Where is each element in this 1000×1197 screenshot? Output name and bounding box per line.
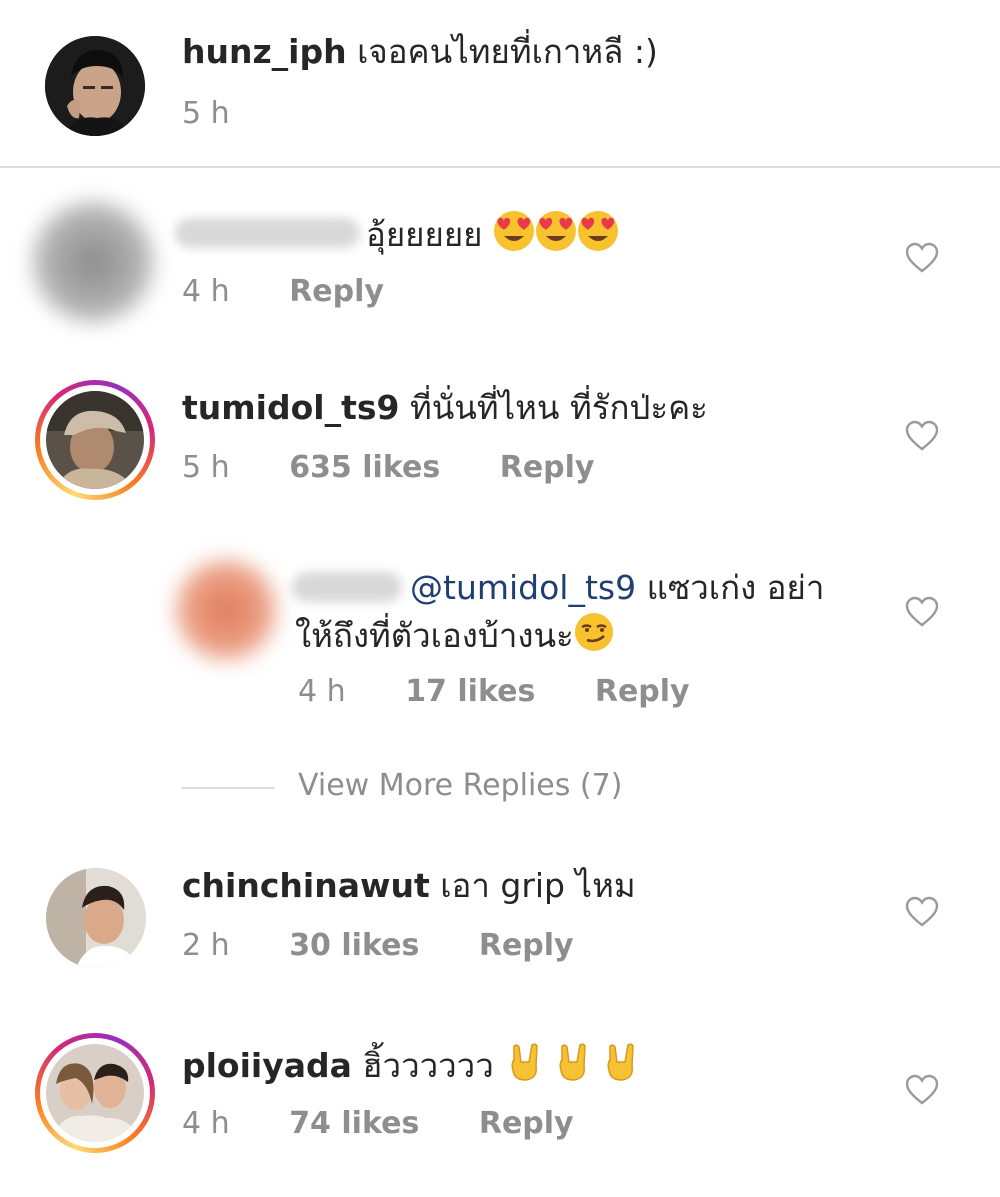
comment-2-reply-button[interactable]: Reply: [500, 450, 595, 485]
comment-4-meta: 4 h 74 likes Reply: [182, 1106, 574, 1141]
reply-1-body-line2: ให้ถึงที่ตัวเองบ้างนะ: [295, 616, 574, 655]
comment-4-body: ฮิ้วววววว: [362, 1046, 494, 1085]
like-heart-icon[interactable]: [905, 896, 939, 928]
view-more-replies-button[interactable]: View More Replies (7): [298, 768, 622, 803]
heart-eyes-emoji-icon: [577, 210, 619, 263]
like-heart-icon[interactable]: [905, 242, 939, 274]
comment-2-username[interactable]: tumidol_ts9: [182, 388, 399, 427]
reply-1-likes[interactable]: 17 likes: [405, 674, 535, 709]
reply-1-avatar[interactable]: [176, 560, 276, 660]
comment-1-text: อุ้ยยยยย: [366, 210, 619, 263]
profile-photo: [45, 36, 145, 136]
comment-2-meta: 5 h 635 likes Reply: [182, 450, 594, 485]
comment-4-text: ploiiyada ฮิ้วววววว: [182, 1042, 638, 1093]
comment-4-likes[interactable]: 74 likes: [289, 1106, 419, 1141]
caption-text: hunz_iph เจอคนไทยที่เกาหลี :): [182, 30, 658, 74]
caption-body: เจอคนไทยที่เกาหลี :): [357, 32, 658, 71]
smirk-emoji-icon: [574, 612, 614, 663]
caption-username[interactable]: hunz_iph: [182, 32, 347, 71]
comment-3-text: chinchinawut เอา grip ไหม: [182, 864, 636, 908]
comment-4-reply-button[interactable]: Reply: [479, 1106, 574, 1141]
caption-avatar[interactable]: [45, 36, 145, 136]
reply-1-mention[interactable]: @tumidol_ts9: [410, 568, 636, 607]
heart-eyes-emoji-icon: [535, 210, 577, 263]
comment-3-meta: 2 h 30 likes Reply: [182, 928, 574, 963]
caption-divider: [0, 166, 1000, 168]
like-heart-icon[interactable]: [905, 420, 939, 452]
comment-1-avatar[interactable]: [33, 202, 153, 322]
comment-4-username[interactable]: ploiiyada: [182, 1046, 352, 1085]
view-more-line: [182, 787, 274, 789]
comment-2-likes[interactable]: 635 likes: [289, 450, 440, 485]
comment-1-body: อุ้ยยยยย: [366, 215, 483, 254]
reply-1-body-line1: แซวเก่ง อย่า: [646, 568, 825, 607]
caption-time: 5 h: [182, 96, 230, 131]
reply-1-reply-button[interactable]: Reply: [595, 674, 690, 709]
heart-eyes-emoji-icon: [493, 210, 535, 263]
blurred-photo: [33, 202, 153, 322]
comment-3-likes[interactable]: 30 likes: [289, 928, 419, 963]
comment-3-username[interactable]: chinchinawut: [182, 866, 430, 905]
comment-3-reply-button[interactable]: Reply: [479, 928, 574, 963]
reply-1-text-line1: @tumidol_ts9 แซวเก่ง อย่า: [410, 566, 824, 610]
comment-2-time: 5 h: [182, 450, 230, 485]
comment-1-meta: 4 h Reply: [182, 274, 384, 309]
blurred-photo: [176, 560, 276, 660]
comment-3-avatar[interactable]: [46, 868, 146, 968]
profile-photo: [46, 868, 146, 968]
profile-photo: [46, 391, 144, 489]
rock-hand-emoji-icon: [556, 1042, 590, 1093]
comment-4-time: 4 h: [182, 1106, 230, 1141]
comment-3-time: 2 h: [182, 928, 230, 963]
reply-1-text-line2: ให้ถึงที่ตัวเองบ้างนะ: [295, 612, 614, 663]
like-heart-icon[interactable]: [905, 1074, 939, 1106]
comment-1-username-redacted: [175, 218, 360, 248]
comment-1-reply-button[interactable]: Reply: [289, 274, 384, 309]
comment-1-time: 4 h: [182, 274, 230, 309]
comment-2-avatar[interactable]: [35, 380, 155, 500]
reply-1-time: 4 h: [298, 674, 346, 709]
like-heart-icon[interactable]: [905, 596, 939, 628]
comment-2-body: ที่นั่นที่ไหน ที่รักป่ะคะ: [409, 388, 708, 427]
comment-3-body: เอา grip ไหม: [440, 866, 636, 905]
reply-1-meta: 4 h 17 likes Reply: [298, 674, 690, 709]
comment-2-text: tumidol_ts9 ที่นั่นที่ไหน ที่รักป่ะคะ: [182, 386, 708, 430]
rock-hand-emoji-icon: [508, 1042, 542, 1093]
rock-hand-emoji-icon: [604, 1042, 638, 1093]
comment-4-avatar[interactable]: [35, 1033, 155, 1153]
reply-1-username-redacted: [292, 572, 402, 602]
profile-photo: [46, 1044, 144, 1142]
